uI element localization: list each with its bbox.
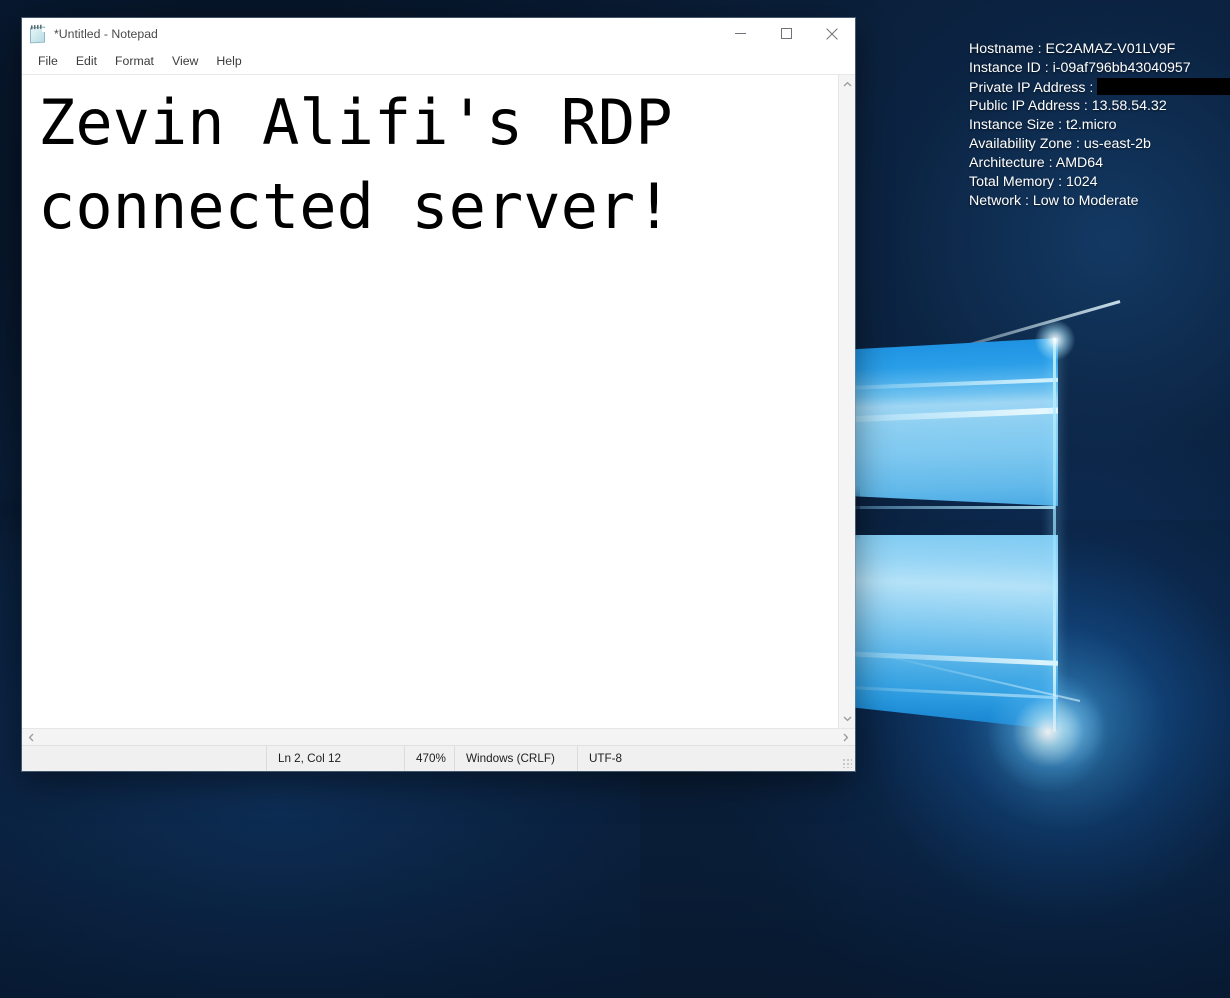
ec2-info-row-architecture: Architecture : AMD64	[969, 154, 1224, 173]
ec2-label-network: Network :	[969, 193, 1033, 209]
ec2-info-row-total-memory: Total Memory : 1024	[969, 173, 1224, 192]
vertical-scrollbar[interactable]	[838, 75, 855, 728]
close-button[interactable]	[809, 18, 855, 49]
notepad-statusbar: Ln 2, Col 12 470% Windows (CRLF) UTF-8	[22, 745, 855, 771]
editor-content[interactable]: Zevin Alifi's RDP connected server!	[38, 81, 838, 249]
ec2-label-instance-id: Instance ID :	[969, 60, 1053, 76]
ec2-value-hostname: EC2AMAZ-V01LV9F	[1045, 41, 1176, 57]
ec2-label-architecture: Architecture :	[969, 155, 1056, 171]
wallpaper-apex-highlight	[1035, 320, 1075, 360]
notepad-window[interactable]: *Untitled - Notepad File Edit Format Vie…	[22, 18, 855, 771]
ec2-info-row-availability-zone: Availability Zone : us-east-2b	[969, 135, 1224, 154]
ec2-label-total-memory: Total Memory :	[969, 174, 1066, 190]
ec2-info-row-private-ip: Private IP Address :	[969, 78, 1230, 97]
statusbar-zoom-level[interactable]: 470%	[403, 746, 454, 771]
menu-item-help[interactable]: Help	[207, 51, 250, 72]
statusbar-line-ending[interactable]: Windows (CRLF)	[453, 746, 577, 771]
ec2-label-instance-size: Instance Size :	[969, 117, 1066, 133]
notepad-icon	[29, 24, 46, 44]
window-title: *Untitled - Notepad	[54, 26, 158, 41]
menu-item-edit[interactable]: Edit	[67, 51, 106, 72]
ec2-value-instance-size: t2.micro	[1066, 117, 1117, 133]
resize-grip-icon[interactable]	[843, 759, 852, 768]
maximize-button[interactable]	[763, 18, 809, 49]
desktop[interactable]: Hostname : EC2AMAZ-V01LV9F Instance ID :…	[0, 0, 1230, 998]
ec2-info-row-network: Network : Low to Moderate	[969, 192, 1224, 211]
notepad-body: Zevin Alifi's RDP connected server!	[22, 75, 855, 728]
statusbar-cursor-position[interactable]: Ln 2, Col 12	[265, 746, 404, 771]
text-editor-area[interactable]: Zevin Alifi's RDP connected server!	[22, 75, 838, 728]
ec2-value-network: Low to Moderate	[1032, 193, 1139, 209]
chevron-left-icon[interactable]	[24, 730, 39, 745]
ec2-value-private-ip-redacted	[1097, 78, 1230, 95]
ec2-value-public-ip: 13.58.54.32	[1091, 98, 1167, 114]
notepad-menubar[interactable]: File Edit Format View Help	[22, 49, 855, 75]
menu-item-file[interactable]: File	[29, 51, 67, 72]
wallpaper-mullion-horizontal	[845, 506, 1055, 509]
ec2-value-architecture: AMD64	[1055, 155, 1104, 171]
wallpaper-pane-top-left	[845, 338, 1058, 506]
ec2-value-instance-id: i-09af796bb43040957	[1052, 60, 1191, 76]
horizontal-scrollbar[interactable]	[22, 728, 855, 745]
ec2-info-row-hostname: Hostname : EC2AMAZ-V01LV9F	[969, 40, 1224, 59]
chevron-down-icon[interactable]	[840, 711, 855, 726]
minimize-button[interactable]	[717, 18, 763, 49]
close-icon	[826, 27, 838, 40]
ec2-label-availability-zone: Availability Zone :	[969, 136, 1084, 152]
ec2-instance-info-overlay: Hostname : EC2AMAZ-V01LV9F Instance ID :…	[969, 40, 1230, 211]
ec2-info-row-instance-id: Instance ID : i-09af796bb43040957	[969, 59, 1224, 78]
ec2-label-public-ip: Public IP Address :	[969, 98, 1092, 114]
statusbar-spacer	[22, 746, 266, 771]
maximize-icon	[780, 28, 792, 39]
minimize-icon	[734, 28, 746, 39]
notepad-titlebar[interactable]: *Untitled - Notepad	[22, 18, 855, 49]
ec2-value-availability-zone: us-east-2b	[1083, 136, 1151, 152]
ec2-info-row-instance-size: Instance Size : t2.micro	[969, 116, 1224, 135]
menu-item-format[interactable]: Format	[106, 51, 163, 72]
ec2-value-total-memory: 1024	[1065, 174, 1098, 190]
chevron-right-icon[interactable]	[838, 730, 853, 745]
menu-item-view[interactable]: View	[163, 51, 207, 72]
ec2-info-row-public-ip: Public IP Address : 13.58.54.32	[969, 97, 1224, 116]
ec2-label-hostname: Hostname :	[969, 41, 1046, 57]
chevron-up-icon[interactable]	[840, 77, 855, 92]
ec2-label-private-ip: Private IP Address :	[969, 80, 1098, 96]
statusbar-encoding[interactable]: UTF-8	[576, 746, 855, 771]
